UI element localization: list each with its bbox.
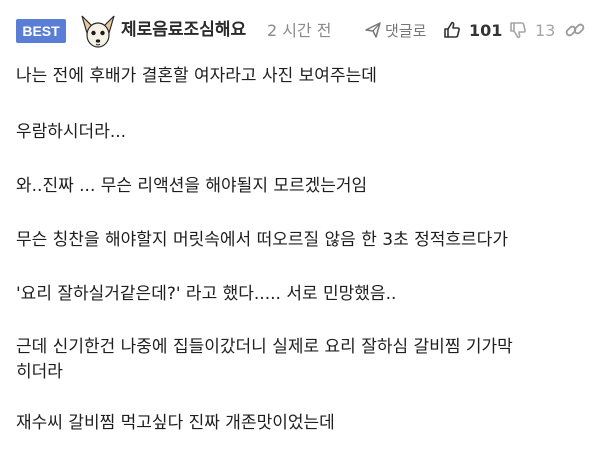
author-nickname[interactable]: 제로음료조심해요 [121,17,246,43]
comment-line: 우람하시더라... [16,122,127,142]
link-chain-icon [564,19,586,41]
thumbs-down-icon [509,21,527,39]
copy-link-button[interactable] [564,19,586,41]
comment-line: 와..진짜 ... 무슨 리액션을 해야될지 모르겠는거임 [16,176,368,196]
comment-timestamp: 2 시간 전 [267,21,332,40]
avatar[interactable] [79,13,117,51]
like-count: 101 [469,20,503,40]
comment-line: 재수씨 갈비찜 먹고싶다 진짜 개존맛이었는데 [16,413,335,433]
send-arrow-icon [365,22,381,38]
comment-line: 히더라 [16,362,63,382]
dislike-count: 13 [535,20,556,40]
comment-line: 나는 전에 후배가 결혼할 여자라고 사진 보여주는데 [16,66,377,86]
thumbs-up-icon [443,21,461,39]
reply-label: 댓글로 [385,21,427,40]
comment-header: BEST 제로음료조심해요 2 시간 전 댓글로 101 13 [0,0,600,62]
comment-line: 근데 신기한건 나중에 집들이갔더니 실제로 요리 잘하심 갈비찜 기가막 [16,337,513,357]
comment-line: '요리 잘하실거같은데?' 라고 했다..... 서로 민망했음.. [16,284,397,304]
reply-button[interactable]: 댓글로 [365,16,426,44]
like-button[interactable]: 101 [443,16,502,44]
best-badge: BEST [16,19,66,43]
comment-line: 무슨 칭찬을 해야할지 머릿속에서 떠오르질 않음 한 3초 정적흐르다가 [16,230,508,250]
dislike-button[interactable]: 13 [509,16,555,44]
